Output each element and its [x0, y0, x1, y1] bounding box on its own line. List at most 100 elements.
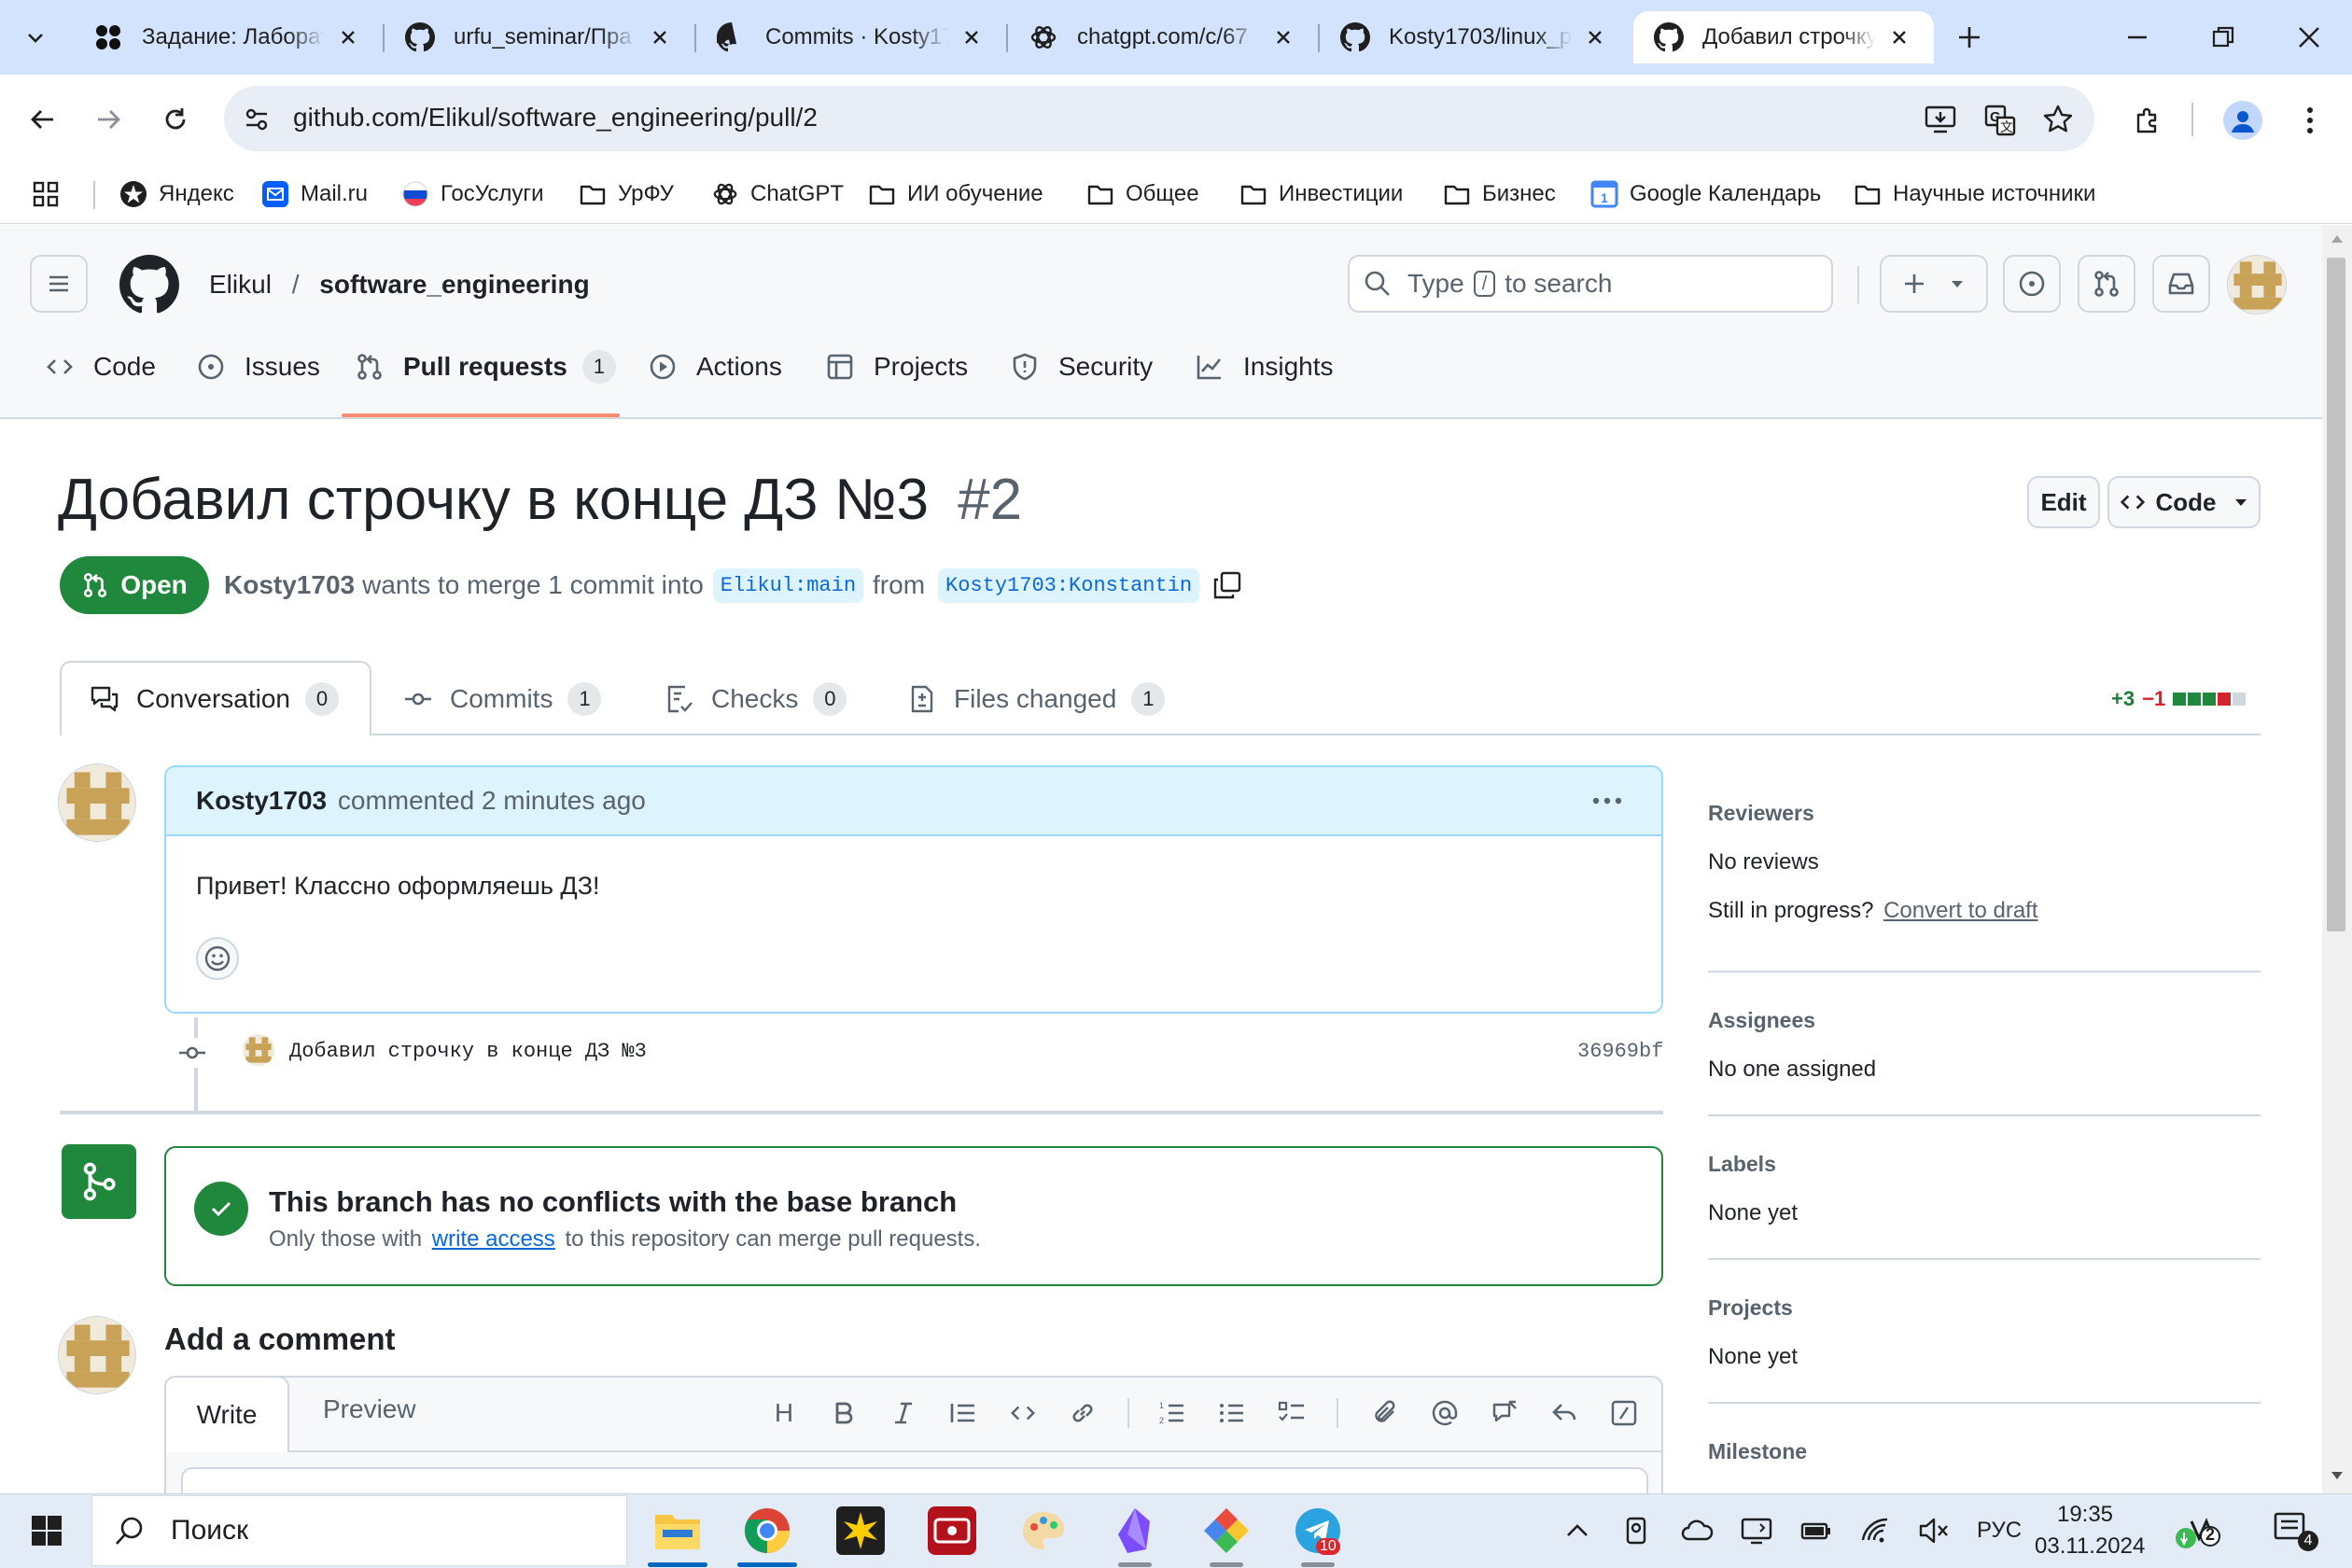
- inbox-button[interactable]: [2152, 255, 2210, 313]
- volume-muted-icon[interactable]: [1917, 1514, 1951, 1547]
- global-menu-button[interactable]: [30, 255, 88, 313]
- pr-tab-files-changed[interactable]: Files changed 1: [907, 661, 1166, 737]
- issues-button[interactable]: [2003, 255, 2061, 313]
- pr-tab-commits[interactable]: Commits 1: [403, 661, 602, 737]
- bookmark-chatgpt[interactable]: ChatGPT: [711, 177, 844, 211]
- bookmark-gosuslugi[interactable]: ГосУслуги: [401, 177, 544, 211]
- pr-tab-checks[interactable]: Checks 0: [665, 661, 847, 737]
- cross-reference-button[interactable]: [1486, 1394, 1523, 1432]
- user-avatar[interactable]: [2227, 255, 2287, 315]
- reviewers-heading[interactable]: Reviewers: [1708, 801, 1814, 826]
- tab-search-button[interactable]: [15, 17, 56, 58]
- taskbar-app-sunburst[interactable]: [831, 1501, 890, 1561]
- code-dropdown-button[interactable]: Code: [2107, 476, 2261, 528]
- saved-replies-button[interactable]: [1546, 1394, 1583, 1432]
- scroll-down-arrow-icon[interactable]: [2331, 1471, 2344, 1480]
- extensions-button[interactable]: [2126, 99, 2169, 142]
- browser-tab-active[interactable]: Добавил строчку: [1633, 11, 1934, 63]
- base-branch-label[interactable]: Elikul:main: [712, 567, 864, 603]
- preview-tab[interactable]: Preview: [323, 1394, 416, 1424]
- browser-tab-4[interactable]: chatgpt.com/c/67: [1008, 11, 1318, 63]
- taskbar-app-obsidian[interactable]: [1105, 1501, 1165, 1561]
- bookmark-urfu[interactable]: УрФУ: [579, 177, 674, 211]
- address-bar[interactable]: github.com/Elikul/software_engineering/p…: [224, 86, 2094, 151]
- close-icon[interactable]: [958, 23, 986, 51]
- commit-sha-link[interactable]: 36969bf: [1577, 1040, 1663, 1063]
- close-icon[interactable]: [646, 23, 674, 51]
- forward-button[interactable]: [88, 99, 129, 140]
- pr-tab-conversation-content[interactable]: Conversation 0: [90, 661, 339, 737]
- wifi-icon[interactable]: [1859, 1514, 1893, 1547]
- window-minimize-button[interactable]: [2117, 19, 2158, 56]
- bookmark-ai-learning[interactable]: ИИ обучение: [868, 177, 1043, 211]
- write-tab[interactable]: Write: [166, 1378, 289, 1452]
- write-access-link[interactable]: write access: [432, 1226, 555, 1252]
- notifications-button[interactable]: 4: [2272, 1510, 2322, 1555]
- bookmark-business[interactable]: Бизнес: [1443, 177, 1556, 211]
- copilot-tray-button[interactable]: 2: [2171, 1508, 2231, 1553]
- create-new-button[interactable]: [1880, 255, 1988, 313]
- comment-author-avatar[interactable]: [58, 763, 136, 842]
- milestone-heading[interactable]: Milestone: [1708, 1439, 1807, 1464]
- site-info-icon[interactable]: [243, 105, 271, 133]
- commit-message-link[interactable]: Добавил строчку в конце ДЗ №3: [289, 1040, 647, 1063]
- nav-tab-security[interactable]: Security: [1010, 341, 1153, 393]
- ordered-list-button[interactable]: 12: [1154, 1394, 1191, 1432]
- bookmark-scientific-sources[interactable]: Научные источники: [1854, 177, 2095, 211]
- taskbar-app-paint[interactable]: [1014, 1501, 1073, 1561]
- taskbar-search[interactable]: Поиск: [91, 1495, 627, 1566]
- github-logo-icon[interactable]: [119, 255, 179, 315]
- input-language-indicator[interactable]: РУС: [1977, 1518, 2022, 1544]
- browser-menu-button[interactable]: [2296, 101, 2324, 140]
- onedrive-cloud-icon[interactable]: [1680, 1514, 1714, 1547]
- labels-heading[interactable]: Labels: [1708, 1152, 1776, 1177]
- browser-tab-2[interactable]: urfu_seminar/Пра: [385, 11, 694, 63]
- taskbar-app-kite[interactable]: [1197, 1501, 1256, 1561]
- attach-button[interactable]: [1366, 1394, 1404, 1432]
- taskbar-telegram[interactable]: 10: [1288, 1501, 1348, 1561]
- projects-heading[interactable]: Projects: [1708, 1295, 1793, 1321]
- more-horizontal-icon[interactable]: [1590, 790, 1624, 812]
- show-hidden-icons-icon[interactable]: [1561, 1514, 1594, 1547]
- unordered-list-button[interactable]: [1213, 1394, 1251, 1432]
- nav-tab-actions[interactable]: Actions: [648, 341, 782, 393]
- scrollbar-thumb[interactable]: [2327, 258, 2345, 931]
- bold-button[interactable]: [825, 1394, 862, 1432]
- star-bookmark-icon[interactable]: [2042, 104, 2074, 135]
- browser-tab-1[interactable]: Задание: Лаборат: [73, 11, 383, 63]
- editor-textarea[interactable]: [181, 1467, 1648, 1493]
- taskbar-chrome[interactable]: [737, 1501, 797, 1561]
- clock[interactable]: 19:35 03.11.2024: [2035, 1499, 2145, 1562]
- battery-charging-icon[interactable]: [1799, 1514, 1833, 1547]
- scroll-up-arrow-icon[interactable]: [2331, 234, 2344, 244]
- close-icon[interactable]: [334, 23, 362, 51]
- close-icon[interactable]: [1581, 23, 1609, 51]
- italic-button[interactable]: [885, 1394, 922, 1432]
- nav-tab-insights[interactable]: Insights: [1195, 341, 1334, 393]
- install-app-icon[interactable]: [1925, 105, 1956, 134]
- window-restore-button[interactable]: [2203, 19, 2244, 56]
- quote-button[interactable]: [945, 1394, 982, 1432]
- slash-commands-button[interactable]: [1605, 1394, 1643, 1432]
- convert-to-draft-link[interactable]: Convert to draft: [1883, 898, 2037, 923]
- nav-tab-code[interactable]: Code: [45, 341, 156, 393]
- close-icon[interactable]: [1269, 23, 1297, 51]
- nav-tab-pull-requests[interactable]: Pull requests 1: [355, 341, 616, 393]
- url-text[interactable]: github.com/Elikul/software_engineering/p…: [293, 103, 818, 133]
- camera-tray-icon[interactable]: [1620, 1514, 1654, 1547]
- profile-button[interactable]: [2223, 101, 2262, 140]
- add-reaction-button[interactable]: [196, 937, 239, 980]
- pull-requests-button[interactable]: [2078, 255, 2135, 313]
- head-branch-label[interactable]: Kosty1703:Konstantin: [938, 567, 1200, 603]
- bookmark-investments[interactable]: Инвестиции: [1239, 177, 1403, 211]
- close-icon[interactable]: [1885, 23, 1913, 51]
- comment-author[interactable]: Kosty1703: [196, 786, 327, 815]
- edit-title-button[interactable]: Edit: [2027, 476, 2100, 528]
- copy-icon[interactable]: [1212, 570, 1242, 600]
- task-list-button[interactable]: [1273, 1394, 1310, 1432]
- repo-name-link[interactable]: software_engineering: [319, 270, 589, 299]
- window-close-button[interactable]: [2289, 19, 2330, 56]
- mention-button[interactable]: [1426, 1394, 1463, 1432]
- pr-author-link[interactable]: Kosty1703: [224, 570, 355, 600]
- link-button[interactable]: [1064, 1394, 1101, 1432]
